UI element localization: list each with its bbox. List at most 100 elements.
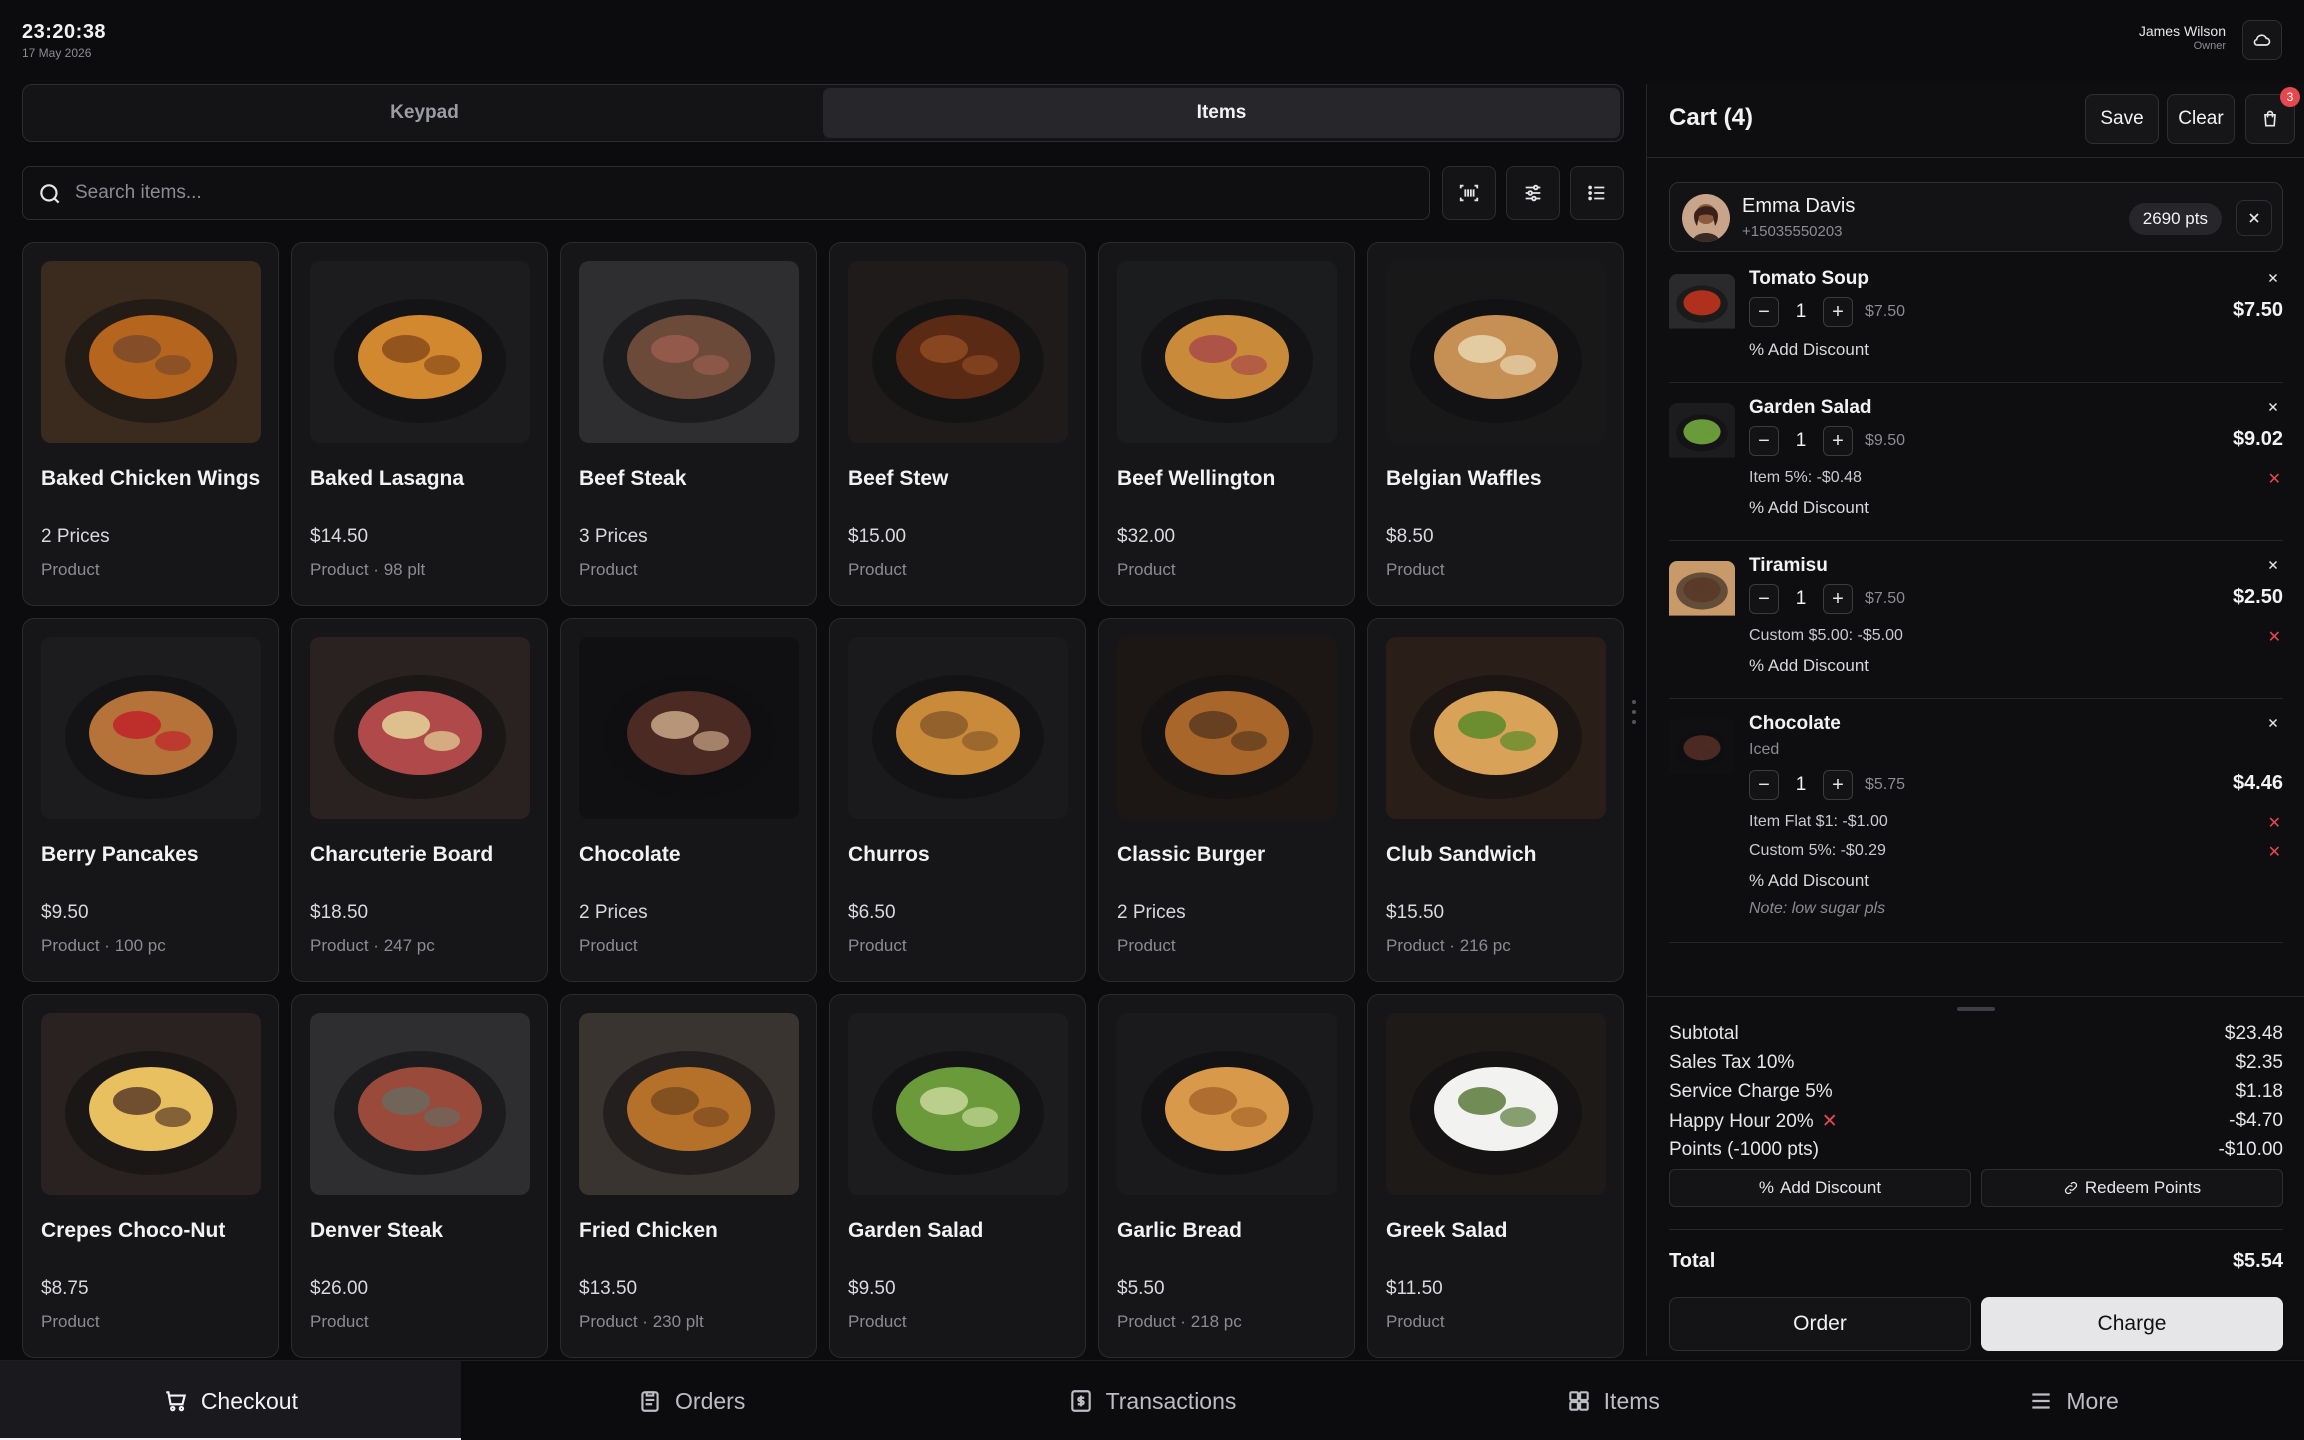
increase-quantity-button[interactable]: +: [1823, 770, 1853, 800]
product-card[interactable]: Crepes Choco-Nut $8.75 Product: [22, 994, 279, 1358]
product-meta: Product: [848, 1312, 907, 1331]
product-meta: Product · 230 plt: [579, 1312, 704, 1331]
remove-customer-button[interactable]: [2236, 200, 2272, 236]
increase-quantity-button[interactable]: +: [1823, 584, 1853, 614]
product-image: [310, 261, 530, 443]
product-image: [310, 637, 530, 819]
product-card[interactable]: Churros $6.50 Product: [829, 618, 1086, 982]
remove-item-button[interactable]: [2263, 557, 2283, 577]
cart-item-variant: Iced: [1749, 741, 1780, 758]
remove-discount-button[interactable]: ✕: [2268, 627, 2281, 647]
increase-quantity-button[interactable]: +: [1823, 426, 1853, 456]
saved-carts-button[interactable]: 3: [2245, 87, 2300, 144]
product-meta: Product: [1117, 936, 1176, 955]
product-image: [848, 261, 1068, 443]
product-image: [1117, 261, 1337, 443]
product-card[interactable]: Garden Salad $9.50 Product: [829, 994, 1086, 1358]
nav-label: Transactions: [1105, 1387, 1237, 1414]
product-card[interactable]: Beef Steak 3 Prices Product: [560, 242, 817, 606]
cloud-sync-button[interactable]: [2242, 20, 2282, 60]
search-input[interactable]: [75, 167, 1375, 219]
save-button[interactable]: Save: [2085, 94, 2159, 144]
add-line-discount-button[interactable]: % Add Discount: [1749, 871, 1869, 891]
decrease-quantity-button[interactable]: −: [1749, 297, 1779, 327]
product-card[interactable]: Chocolate 2 Prices Product: [560, 618, 817, 982]
tab-items[interactable]: Items: [823, 88, 1620, 138]
product-card[interactable]: Fried Chicken $13.50 Product · 230 plt: [560, 994, 817, 1358]
product-card[interactable]: Berry Pancakes $9.50 Product · 100 pc: [22, 618, 279, 982]
cart-line-item[interactable]: Tiramisu −1 + $7.50 $2.50 Custom $5.00: -$5.0…: [1669, 555, 2283, 699]
product-card[interactable]: Belgian Waffles $8.50 Product: [1367, 242, 1624, 606]
remove-item-button[interactable]: [2263, 270, 2283, 290]
quantity-value: 1: [1795, 588, 1807, 609]
user-info[interactable]: James Wilson Owner: [2139, 23, 2226, 52]
nav-transactions[interactable]: Transactions: [922, 1361, 1383, 1440]
loyalty-points-badge: 2690 pts: [2128, 203, 2222, 235]
summary-drag-handle[interactable]: [1957, 1007, 1995, 1011]
decrease-quantity-button[interactable]: −: [1749, 426, 1779, 456]
filter-button[interactable]: [1506, 166, 1560, 220]
charge-button[interactable]: Charge: [1981, 1297, 2283, 1351]
redeem-points-button[interactable]: Redeem Points: [1981, 1169, 2283, 1207]
cart-line-item[interactable]: Tomato Soup −1 + $7.50 $7.50% Add Discount: [1669, 268, 2283, 383]
cart-item-name: Garden Salad: [1749, 397, 1872, 418]
remove-discount-button[interactable]: ✕: [2268, 813, 2281, 833]
grid-icon: [1566, 1388, 1592, 1414]
close-icon: [2266, 716, 2280, 735]
product-name: Baked Lasagna: [310, 467, 465, 490]
remove-item-button[interactable]: [2263, 399, 2283, 419]
line-total: $4.46: [2232, 772, 2283, 794]
clear-button[interactable]: Clear: [2167, 94, 2235, 144]
product-card[interactable]: Greek Salad $11.50 Product: [1367, 994, 1624, 1358]
product-name: Classic Burger: [1117, 843, 1266, 866]
line-total: $7.50: [2232, 299, 2283, 321]
add-line-discount-button[interactable]: % Add Discount: [1749, 340, 1869, 360]
nav-checkout[interactable]: Checkout: [0, 1361, 461, 1440]
search-box[interactable]: [22, 166, 1430, 220]
cart-line-item[interactable]: Garden Salad −1 + $9.50 $9.02 Item 5%: -$0.48…: [1669, 397, 2283, 541]
receipt-icon: [1068, 1388, 1094, 1414]
product-card[interactable]: Beef Wellington $32.00 Product: [1098, 242, 1355, 606]
quantity-value: 1: [1795, 430, 1807, 451]
product-card[interactable]: Garlic Bread $5.50 Product · 218 pc: [1098, 994, 1355, 1358]
saved-carts-badge: 3: [2280, 87, 2300, 107]
remove-item-button[interactable]: [2263, 715, 2283, 735]
remove-discount-button[interactable]: ✕: [2268, 469, 2281, 489]
customer-card[interactable]: Emma Davis +15035550203 2690 pts: [1669, 182, 2283, 252]
add-order-discount-button[interactable]: % Add Discount: [1669, 1169, 1971, 1207]
close-icon: [2249, 213, 2259, 223]
product-card[interactable]: Charcuterie Board $18.50 Product · 247 pc: [291, 618, 548, 982]
cart-item-image: [1669, 403, 1735, 469]
nav-items[interactable]: Items: [1382, 1361, 1843, 1440]
product-card[interactable]: Denver Steak $26.00 Product: [291, 994, 548, 1358]
product-name: Garlic Bread: [1117, 1219, 1242, 1242]
tab-keypad[interactable]: Keypad: [26, 88, 823, 138]
nav-orders[interactable]: Orders: [461, 1361, 922, 1440]
product-card[interactable]: Beef Stew $15.00 Product: [829, 242, 1086, 606]
line-discount: Custom $5.00: -$5.00: [1749, 627, 1903, 644]
nav-more[interactable]: More: [1843, 1361, 2304, 1440]
product-card[interactable]: Club Sandwich $15.50 Product · 216 pc: [1367, 618, 1624, 982]
increase-quantity-button[interactable]: +: [1823, 297, 1853, 327]
add-line-discount-button[interactable]: % Add Discount: [1749, 498, 1869, 518]
quantity-stepper: −1 + $9.50: [1749, 425, 1905, 457]
product-card[interactable]: Classic Burger 2 Prices Product: [1098, 618, 1355, 982]
decrease-quantity-button[interactable]: −: [1749, 584, 1779, 614]
summary-row: Happy Hour 20% ✕ -$4.70: [1669, 1110, 2283, 1138]
cart-line-item[interactable]: Chocolate Iced −1 + $5.75 $4.46 Item Flat $1: …: [1669, 713, 2283, 943]
product-meta: Product: [41, 560, 100, 579]
remove-adjustment-button[interactable]: ✕: [1822, 1111, 1838, 1132]
barcode-scan-button[interactable]: [1442, 166, 1496, 220]
barcode-scan-icon: [1459, 184, 1479, 202]
add-line-discount-button[interactable]: % Add Discount: [1749, 656, 1869, 676]
list-view-button[interactable]: [1570, 166, 1624, 220]
summary-label: Sales Tax 10%: [1669, 1052, 1795, 1073]
product-card[interactable]: Baked Chicken Wings 2 Prices Product: [22, 242, 279, 606]
panel-resize-handle[interactable]: [1632, 700, 1636, 738]
product-image: [1386, 637, 1606, 819]
product-card[interactable]: Baked Lasagna $14.50 Product · 98 plt: [291, 242, 548, 606]
decrease-quantity-button[interactable]: −: [1749, 770, 1779, 800]
order-button[interactable]: Order: [1669, 1297, 1971, 1351]
remove-discount-button[interactable]: ✕: [2268, 842, 2281, 862]
quantity-stepper: −1 + $7.50: [1749, 296, 1905, 328]
